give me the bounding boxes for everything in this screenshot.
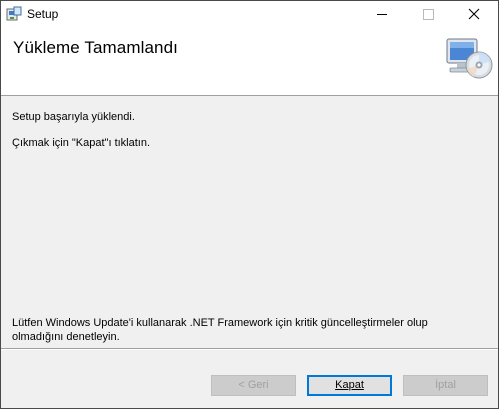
cancel-button[interactable]: İptal: [403, 375, 488, 396]
wizard-content: Setup başarıyla yüklendi. Çıkmak için "K…: [1, 96, 498, 348]
setup-installer-icon[interactable]: [6, 6, 22, 22]
maximize-icon: [423, 9, 434, 20]
setup-window: Setup Yükleme Tamamlandı Setup başarıyla…: [0, 0, 499, 409]
close-button-label: Kapat: [335, 379, 364, 391]
back-button[interactable]: < Geri: [211, 375, 296, 396]
exit-instruction: Çıkmak için "Kapat"ı tıklatın.: [12, 137, 151, 149]
maximize-button: [405, 1, 451, 27]
window-title: Setup: [27, 7, 59, 21]
cancel-button-label: İptal: [435, 379, 456, 391]
title-bar[interactable]: Setup: [1, 1, 498, 27]
footer-separator-highlight: [1, 349, 498, 350]
minimize-button[interactable]: [359, 1, 405, 27]
minimize-icon: [377, 14, 387, 15]
close-icon: [468, 8, 480, 20]
back-button-label: < Geri: [238, 379, 269, 391]
windows-update-note: Lütfen Windows Update'i kullanarak .NET …: [12, 317, 428, 343]
wizard-header: Yükleme Tamamlandı: [1, 27, 498, 96]
computer-cd-icon: [444, 35, 494, 85]
close-button[interactable]: Kapat: [307, 375, 392, 396]
button-bar: < Geri Kapat İptal: [1, 348, 498, 408]
page-title: Yükleme Tamamlandı: [13, 38, 178, 57]
success-message: Setup başarıyla yüklendi.: [12, 111, 135, 123]
close-window-button[interactable]: [451, 1, 497, 27]
